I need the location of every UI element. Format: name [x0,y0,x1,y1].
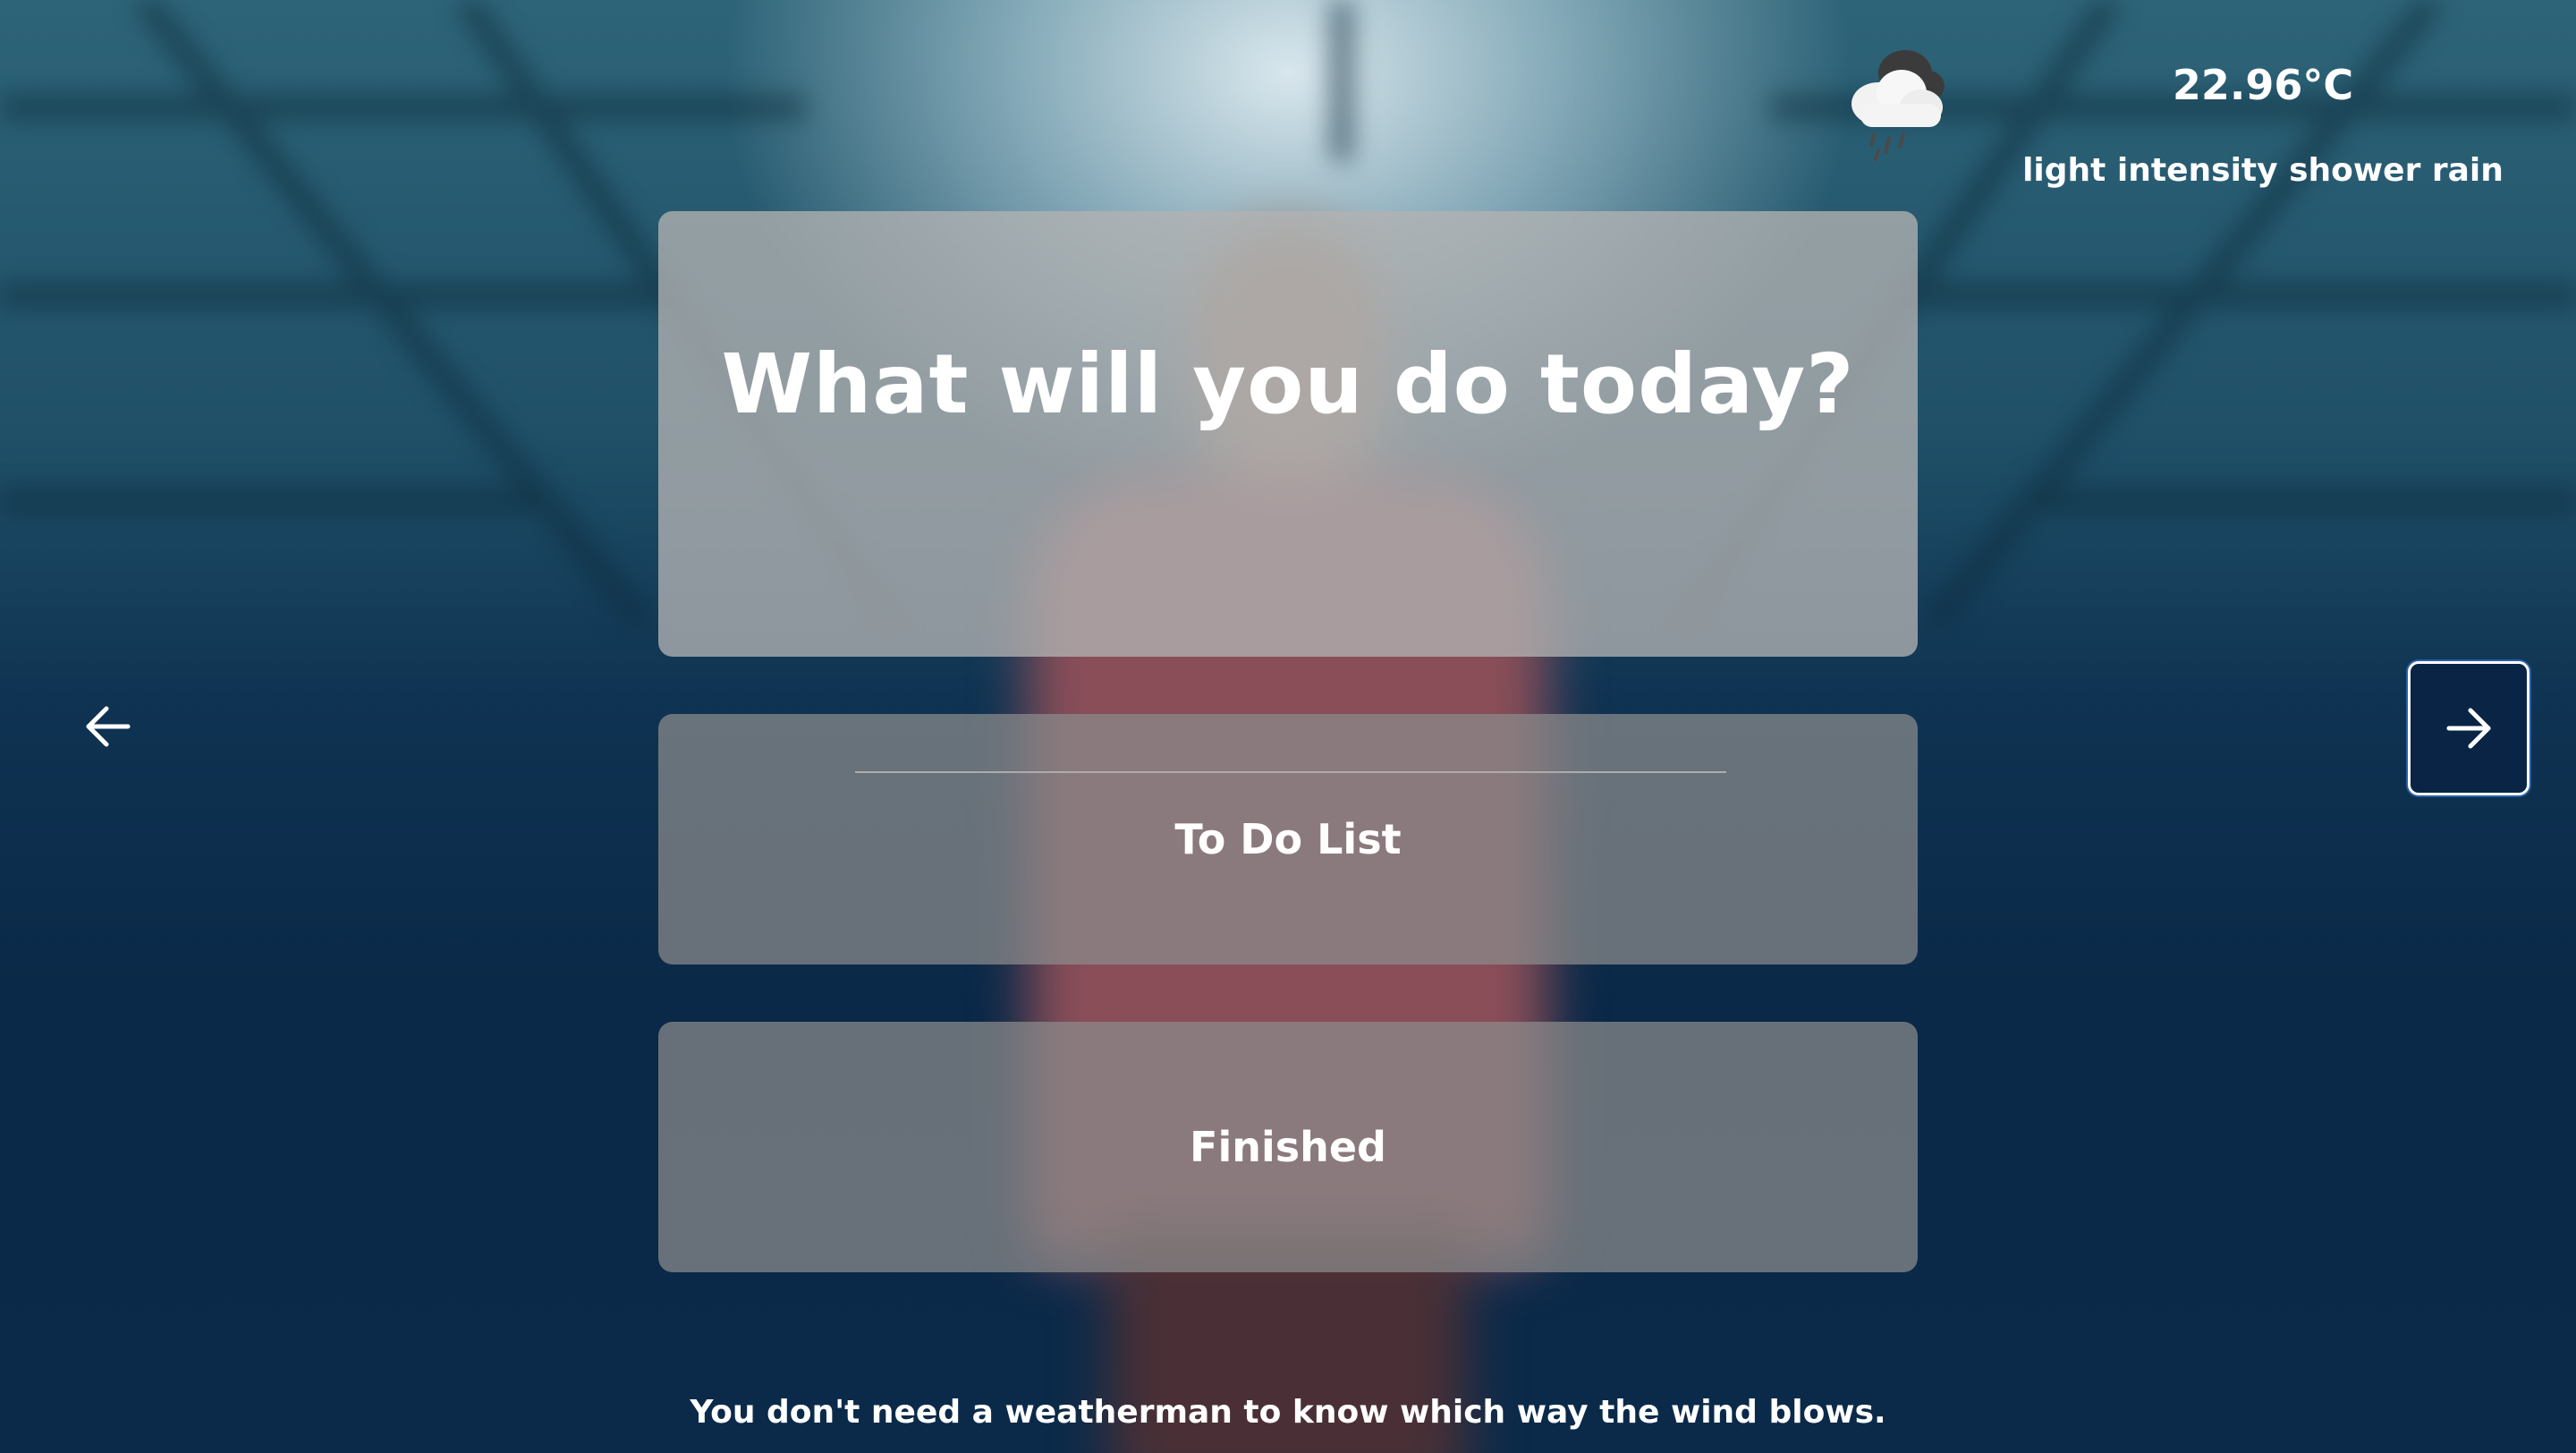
finished-button[interactable]: Finished [658,1022,1918,1272]
arrow-right-icon [2446,708,2491,749]
question-card: What will you do today? [658,211,1918,773]
todo-list-label: To Do List [1174,815,1402,863]
question-heading: What will you do today? [721,336,1855,432]
rain-cloud-icon [1852,50,1945,161]
footer-quote: You don't need a weatherman to know whic… [690,1394,1886,1431]
arrow-left-icon [86,706,131,747]
weather-widget: 22.96°C light intensity shower rain [1843,36,2522,189]
temperature-text: 22.96°C [2172,61,2354,109]
finished-label: Finished [1190,1123,1386,1171]
todo-list-button[interactable]: To Do List [658,714,1918,964]
next-button[interactable] [2408,661,2529,795]
previous-button[interactable] [50,662,166,791]
weather-description: light intensity shower rain [2022,152,2504,189]
